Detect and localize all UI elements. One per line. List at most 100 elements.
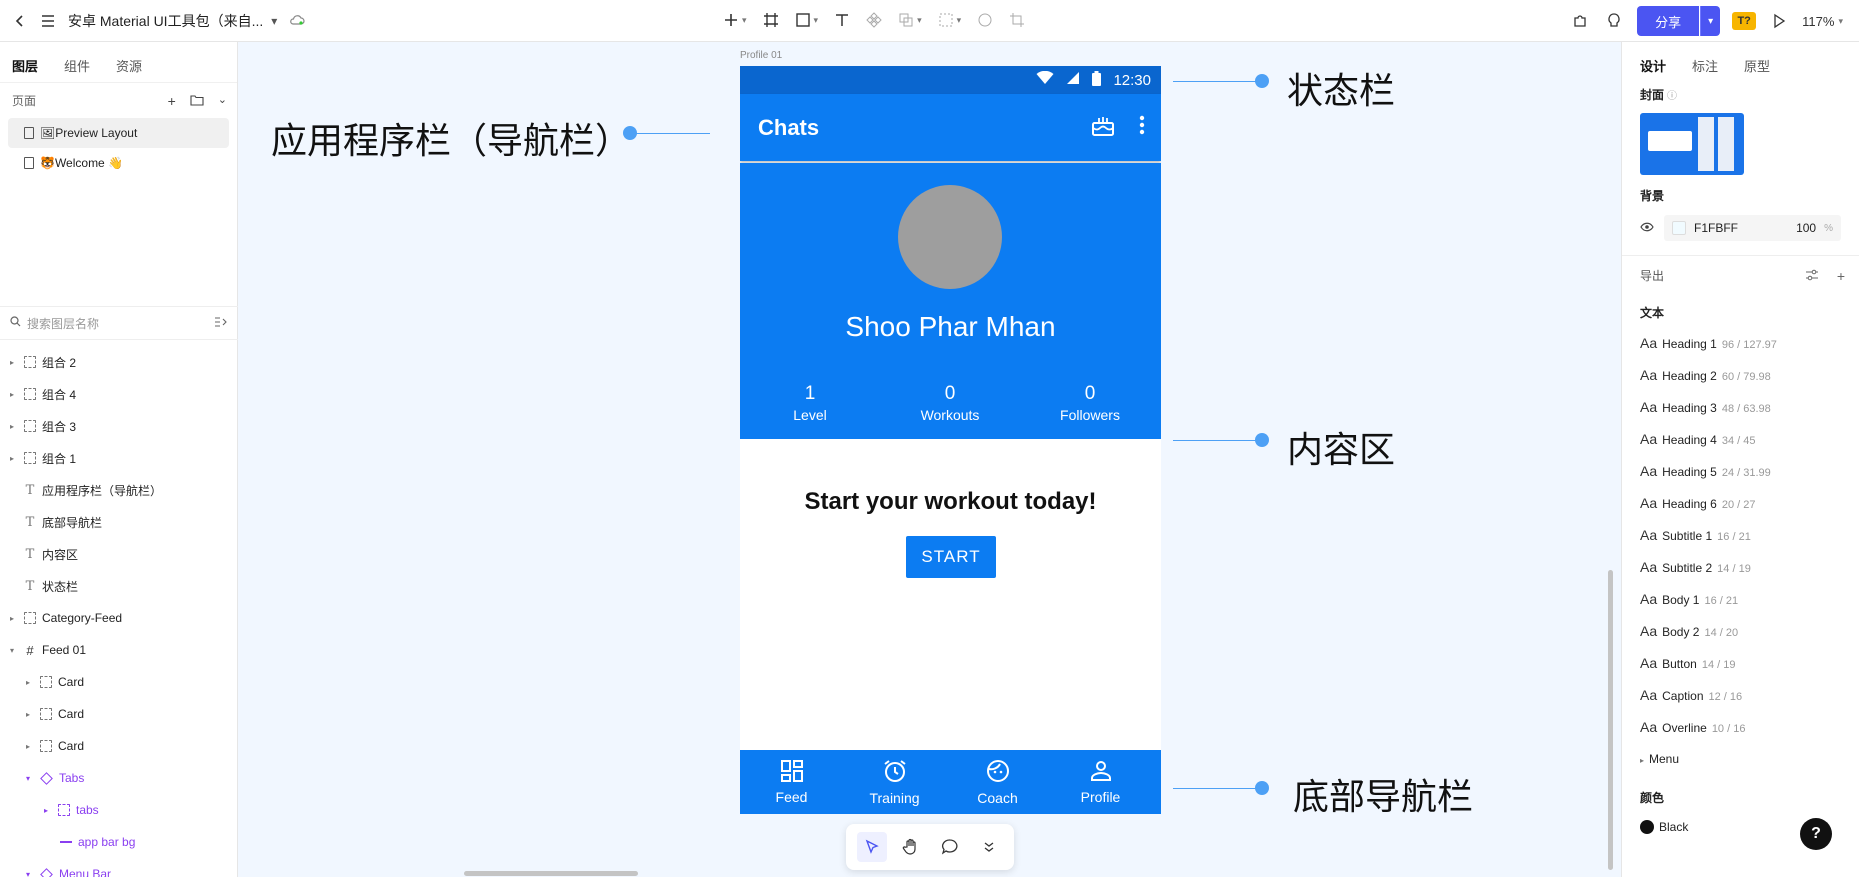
text-style-item[interactable]: Aa Subtitle 1 16 / 21 <box>1622 519 1859 551</box>
folder-icon[interactable] <box>190 93 204 109</box>
layer-item[interactable]: ▸ Card <box>0 666 238 698</box>
share-button[interactable]: 分享 <box>1637 6 1700 36</box>
caret-right-icon[interactable]: ▸ <box>44 806 52 815</box>
add-tool[interactable]: ▾ <box>720 6 750 34</box>
layer-item[interactable]: T 底部导航栏 <box>0 506 238 538</box>
text-style-item[interactable]: Aa Heading 3 48 / 63.98 <box>1622 391 1859 423</box>
color-swatch[interactable] <box>1672 221 1686 235</box>
layer-item[interactable]: ▸ 组合 2 <box>0 346 238 378</box>
avatar[interactable] <box>898 185 1002 289</box>
more-vert-icon[interactable] <box>1139 115 1145 140</box>
nav-item-coach[interactable]: Coach <box>946 750 1049 814</box>
layer-item[interactable]: ▸ 组合 4 <box>0 378 238 410</box>
cake-icon[interactable] <box>1091 114 1115 141</box>
layer-item[interactable]: T 应用程序栏（导航栏） <box>0 474 238 506</box>
add-export-icon[interactable]: + <box>1837 268 1845 284</box>
layer-item[interactable]: T 内容区 <box>0 538 238 570</box>
caret-right-icon[interactable]: ▸ <box>26 710 34 719</box>
frame-tool[interactable] <box>760 6 782 34</box>
caret-right-icon[interactable]: ▸ <box>10 422 18 431</box>
bg-opacity[interactable]: 100 <box>1796 221 1816 235</box>
tab-layers[interactable]: 图层 <box>12 56 38 82</box>
hand-tool[interactable] <box>896 832 926 862</box>
layer-item[interactable]: ▸ tabs <box>0 794 238 826</box>
page-item-welcome[interactable]: 🐯Welcome 👋 <box>8 148 229 178</box>
text-style-item[interactable]: Aa Heading 1 96 / 127.97 <box>1622 327 1859 359</box>
comment-tool[interactable] <box>935 832 965 862</box>
menu-icon[interactable] <box>34 7 62 35</box>
callout-bottomnav[interactable]: 底部导航栏 <box>1293 768 1473 820</box>
text-style-item[interactable]: Aa Heading 5 24 / 31.99 <box>1622 455 1859 487</box>
layer-item[interactable]: ▾ Tabs <box>0 762 238 794</box>
callout-appbar[interactable]: 应用程序栏（导航栏） <box>271 112 631 164</box>
tab-assets[interactable]: 资源 <box>116 56 142 82</box>
menu-group[interactable]: ▸ Menu <box>1622 743 1859 775</box>
tab-design[interactable]: 设计 <box>1640 56 1666 82</box>
back-icon[interactable] <box>6 7 34 35</box>
settings-sliders-icon[interactable] <box>1805 268 1819 284</box>
text-style-item[interactable]: Aa Heading 2 60 / 79.98 <box>1622 359 1859 391</box>
chevron-down-icon[interactable]: ▾ <box>271 14 277 28</box>
start-button[interactable]: START <box>906 536 996 578</box>
boolean-tool[interactable]: ▾ <box>895 6 925 34</box>
tab-components[interactable]: 组件 <box>64 56 90 82</box>
tutorial-badge[interactable]: T? <box>1732 12 1757 30</box>
tab-annotate[interactable]: 标注 <box>1692 56 1718 82</box>
plugin-icon[interactable] <box>1569 7 1591 35</box>
text-style-item[interactable]: Aa Button 14 / 19 <box>1622 647 1859 679</box>
play-icon[interactable] <box>1768 7 1790 35</box>
info-icon[interactable]: ⓘ <box>1667 87 1677 102</box>
more-tools-icon[interactable] <box>974 832 1004 862</box>
tab-prototype[interactable]: 原型 <box>1744 56 1770 82</box>
lightbulb-icon[interactable] <box>1603 7 1625 35</box>
cover-thumbnail[interactable] <box>1640 113 1744 175</box>
text-style-item[interactable]: Aa Overline 10 / 16 <box>1622 711 1859 743</box>
caret-right-icon[interactable]: ▸ <box>26 678 34 687</box>
caret-right-icon[interactable]: ▸ <box>10 390 18 399</box>
chevron-down-icon[interactable]: ⌄ <box>218 93 227 109</box>
caret-right-icon[interactable]: ▸ <box>10 614 18 623</box>
help-button[interactable]: ? <box>1800 818 1832 850</box>
layer-item[interactable]: ▸ 组合 3 <box>0 410 238 442</box>
horizontal-scrollbar[interactable] <box>464 871 638 876</box>
document-title[interactable]: 安卓 Material UI工具包（来自... <box>68 11 263 31</box>
caret-right-icon[interactable]: ▸ <box>1640 745 1644 777</box>
search-input[interactable]: 搜索图层名称 <box>27 315 99 332</box>
collapse-all-icon[interactable] <box>214 316 228 331</box>
layer-item[interactable]: ▾ # Feed 01 <box>0 634 238 666</box>
caret-right-icon[interactable]: ▸ <box>10 454 18 463</box>
layer-search[interactable]: 搜索图层名称 <box>0 306 238 340</box>
callout-content[interactable]: 内容区 <box>1287 421 1395 473</box>
text-style-item[interactable]: Aa Body 1 16 / 21 <box>1622 583 1859 615</box>
add-page-icon[interactable]: + <box>168 93 176 109</box>
text-style-item[interactable]: Aa Subtitle 2 14 / 19 <box>1622 551 1859 583</box>
caret-right-icon[interactable]: ▸ <box>10 358 18 367</box>
rectangle-tool[interactable]: ▾ <box>792 6 822 34</box>
layer-item[interactable]: app bar bg <box>0 826 238 858</box>
frame-label[interactable]: Profile 01 <box>740 50 782 61</box>
caret-right-icon[interactable]: ▸ <box>26 742 34 751</box>
share-dropdown-button[interactable]: ▾ <box>1700 6 1721 36</box>
layer-item[interactable]: ▸ Card <box>0 730 238 762</box>
nav-item-training[interactable]: Training <box>843 750 946 814</box>
caret-down-icon[interactable]: ▾ <box>10 646 18 655</box>
eye-icon[interactable] <box>1640 221 1654 235</box>
component-tool[interactable] <box>863 6 885 34</box>
pointer-tool[interactable] <box>856 832 887 862</box>
text-style-item[interactable]: Aa Heading 6 20 / 27 <box>1622 487 1859 519</box>
layer-item[interactable]: ▸ Category-Feed <box>0 602 238 634</box>
page-item-preview-layout[interactable]: 🖼Preview Layout <box>8 118 229 148</box>
vertical-scrollbar[interactable] <box>1608 570 1613 870</box>
layer-item[interactable]: T 状态栏 <box>0 570 238 602</box>
bg-hex[interactable]: F1FBFF <box>1694 221 1738 235</box>
text-tool[interactable] <box>831 6 853 34</box>
text-style-item[interactable]: Aa Body 2 14 / 20 <box>1622 615 1859 647</box>
caret-down-icon[interactable]: ▾ <box>26 774 34 783</box>
layer-item[interactable]: ▸ Card <box>0 698 238 730</box>
layer-item[interactable]: ▸ 组合 1 <box>0 442 238 474</box>
ellipse-tool[interactable] <box>974 6 996 34</box>
mask-tool[interactable]: ▾ <box>935 6 965 34</box>
nav-item-feed[interactable]: Feed <box>740 750 843 814</box>
nav-item-profile[interactable]: Profile <box>1049 750 1152 814</box>
text-style-item[interactable]: Aa Caption 12 / 16 <box>1622 679 1859 711</box>
